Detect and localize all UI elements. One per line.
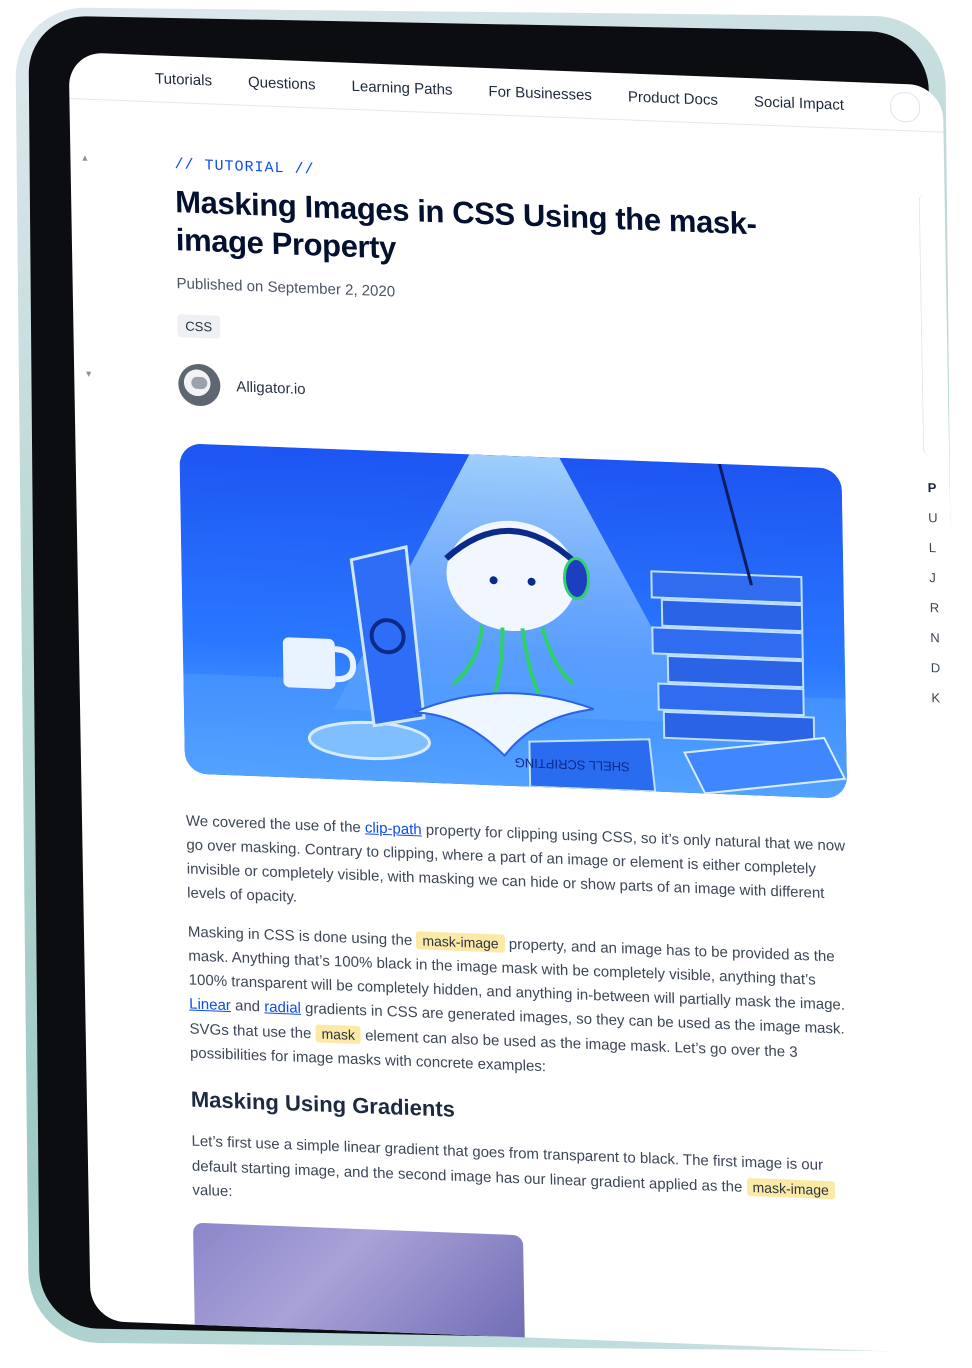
nav-for-businesses[interactable]: For Businesses (488, 83, 592, 104)
paragraph-3: Let’s first use a simple linear gradient… (191, 1130, 852, 1228)
toc-item[interactable]: N (930, 623, 951, 654)
section-heading: Masking Using Gradients (190, 1086, 456, 1122)
mug-illustration (282, 637, 336, 689)
right-sidebar-edge (918, 194, 931, 456)
table-of-contents: P U L J R N D K (927, 473, 951, 714)
code-mask-image: mask-image (416, 931, 505, 953)
code-mask: mask (315, 1024, 362, 1045)
hero-illustration-art: SHELL SCRIPTING (179, 443, 848, 799)
toc-item[interactable]: L (929, 533, 950, 564)
book-stack (650, 570, 816, 745)
article: // TUTORIAL // Masking Images in CSS Usi… (174, 156, 855, 1355)
nav-tutorials[interactable]: Tutorials (155, 70, 212, 89)
author-name[interactable]: Alligator.io (236, 378, 306, 398)
tablet-mockup: Tutorials Questions Learning Paths For B… (0, 0, 972, 1368)
tablet-bezel: Tutorials Questions Learning Paths For B… (28, 15, 965, 1355)
toc-item[interactable]: J (929, 563, 950, 594)
nav-social-impact[interactable]: Social Impact (754, 93, 844, 113)
paragraph-1: We covered the use of the clip-path prop… (186, 809, 848, 930)
paragraph-text: Masking in CSS is done using the (187, 923, 417, 950)
avatar (177, 363, 221, 407)
author-row[interactable]: Alligator.io (177, 363, 839, 430)
nav-search-pill[interactable] (889, 91, 921, 123)
toc-heading: P (927, 479, 937, 496)
hero-illustration: SHELL SCRIPTING (179, 443, 848, 799)
toc-item[interactable]: R (930, 593, 951, 624)
browser-screen: Tutorials Questions Learning Paths For B… (68, 51, 965, 1355)
paragraph-2: Masking in CSS is done using the mask-im… (188, 919, 851, 1090)
nav-questions[interactable]: Questions (248, 73, 316, 93)
page-title: Masking Images in CSS Using the mask-ima… (174, 184, 757, 266)
caret-up-icon[interactable]: ▲ (80, 152, 89, 162)
toc-item[interactable]: U (928, 503, 949, 534)
nav-product-docs[interactable]: Product Docs (628, 88, 718, 108)
nav-learning-paths[interactable]: Learning Paths (351, 77, 452, 98)
paragraph-text: property for clipping using CSS, so it’s… (186, 821, 846, 906)
link-radial[interactable]: radial (264, 998, 301, 1016)
toc-item[interactable]: D (931, 653, 952, 684)
published-date: Published on September 2, 2020 (176, 275, 396, 301)
link-linear[interactable]: Linear (189, 996, 231, 1015)
article-body: We covered the use of the clip-path prop… (186, 809, 855, 1355)
top-navigation: Tutorials Questions Learning Paths For B… (68, 51, 944, 133)
paragraph-text: Let’s first use a simple linear gradient… (191, 1132, 824, 1196)
caret-down-icon[interactable]: ▼ (84, 369, 93, 379)
paragraph-text: value: (192, 1181, 233, 1201)
tag-css[interactable]: CSS (177, 314, 221, 339)
toc-item[interactable]: K (931, 683, 952, 714)
paragraph-text: We covered the use of the (185, 812, 366, 837)
paragraph-text: and (230, 997, 265, 1016)
code-mask-image: mask-image (746, 1177, 835, 1200)
link-clip-path[interactable]: clip-path (365, 819, 422, 838)
